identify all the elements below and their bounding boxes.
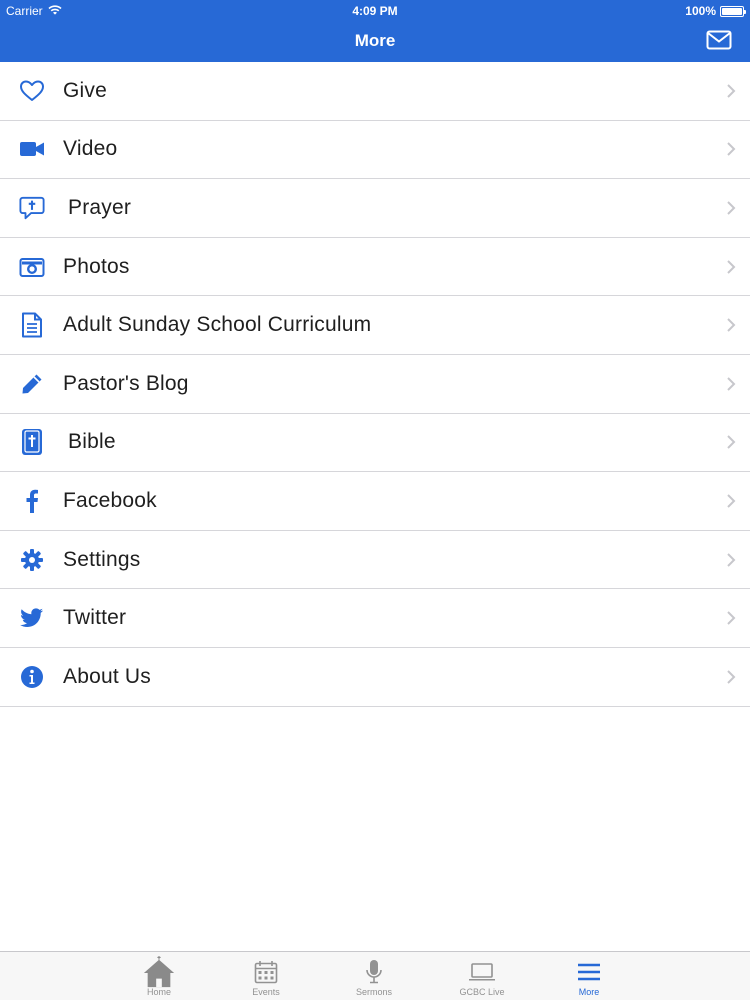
tab-gcbc-live[interactable]: GCBC Live: [427, 952, 537, 1000]
facebook-icon: [19, 488, 45, 514]
menu-item-label: Twitter: [63, 606, 127, 630]
menu-icon: [572, 957, 606, 987]
chevron-right-icon: [727, 611, 736, 625]
menu-item-label: Video: [63, 137, 118, 161]
chevron-right-icon: [727, 259, 736, 274]
menu-item-settings[interactable]: Settings: [0, 531, 750, 590]
menu-item-give[interactable]: Give: [0, 62, 750, 121]
tab-more[interactable]: More: [534, 952, 644, 1000]
menu-item-label: Give: [63, 78, 107, 102]
menu-item-bible[interactable]: Bible: [0, 414, 750, 473]
pencil-icon: [19, 371, 45, 397]
status-right: 100%: [685, 4, 746, 18]
chevron-right-icon: [727, 670, 736, 684]
menu-item-label: Settings: [63, 547, 141, 571]
document-icon: [19, 312, 45, 338]
chevron-right-icon: [727, 377, 736, 391]
menu-item-about-us[interactable]: About Us: [0, 648, 750, 707]
video-camera-icon: [19, 136, 45, 162]
gear-icon: [19, 547, 45, 573]
mail-button[interactable]: [706, 29, 732, 51]
chevron-right-icon: [727, 84, 736, 98]
menu-item-label: Pastor's Blog: [63, 371, 189, 395]
chevron-right-icon: [727, 142, 736, 157]
church-icon: [142, 955, 176, 988]
menu-item-twitter[interactable]: Twitter: [0, 589, 750, 648]
tab-label: Sermons: [355, 987, 392, 997]
battery-percent: 100%: [685, 4, 716, 18]
chevron-right-icon: [727, 201, 736, 215]
status-time: 4:09 PM: [352, 4, 398, 18]
bible-icon: [19, 429, 45, 456]
envelope-icon: [706, 30, 732, 50]
menu-item-label: About Us: [63, 664, 151, 688]
chevron-right-icon: [727, 552, 736, 567]
menu-item-photos[interactable]: Photos: [0, 238, 750, 297]
tab-events[interactable]: Events: [211, 952, 321, 1000]
battery-icon: [720, 5, 746, 17]
more-menu-list: Give Video Prayer Photos Adult Sunday Sc…: [0, 62, 750, 707]
chevron-right-icon: [727, 435, 736, 450]
tab-bar: Home Events Sermons GCBC Live More: [0, 951, 750, 1000]
tab-label: Home: [146, 987, 171, 997]
tab-label: Events: [252, 987, 280, 997]
menu-item-label: Adult Sunday School Curriculum: [63, 313, 372, 337]
menu-item-adult-sunday-school[interactable]: Adult Sunday School Curriculum: [0, 296, 750, 355]
tab-sermons[interactable]: Sermons: [319, 952, 429, 1000]
camera-icon: [19, 254, 45, 280]
menu-item-video[interactable]: Video: [0, 121, 750, 180]
chevron-right-icon: [727, 318, 736, 332]
menu-item-label: Bible: [68, 430, 116, 454]
menu-item-label: Photos: [63, 254, 130, 278]
menu-item-prayer[interactable]: Prayer: [0, 179, 750, 238]
menu-item-facebook[interactable]: Facebook: [0, 472, 750, 531]
menu-item-pastors-blog[interactable]: Pastor's Blog: [0, 355, 750, 414]
tab-home[interactable]: Home: [104, 952, 214, 1000]
status-bar: Carrier 4:09 PM 100%: [0, 0, 750, 22]
twitter-icon: [19, 605, 45, 631]
page-title: More: [354, 31, 396, 50]
header: Carrier 4:09 PM 100% More: [0, 0, 750, 62]
microphone-icon: [357, 957, 391, 987]
prayer-bubble-icon: [19, 195, 45, 221]
chevron-right-icon: [727, 494, 736, 508]
menu-item-label: Facebook: [63, 488, 157, 512]
tab-label: More: [578, 987, 600, 997]
menu-item-label: Prayer: [68, 195, 132, 219]
tab-label: GCBC Live: [459, 987, 505, 997]
calendar-icon: [249, 957, 283, 987]
laptop-icon: [465, 957, 499, 987]
heart-icon: [19, 78, 45, 104]
info-icon: [19, 664, 45, 690]
